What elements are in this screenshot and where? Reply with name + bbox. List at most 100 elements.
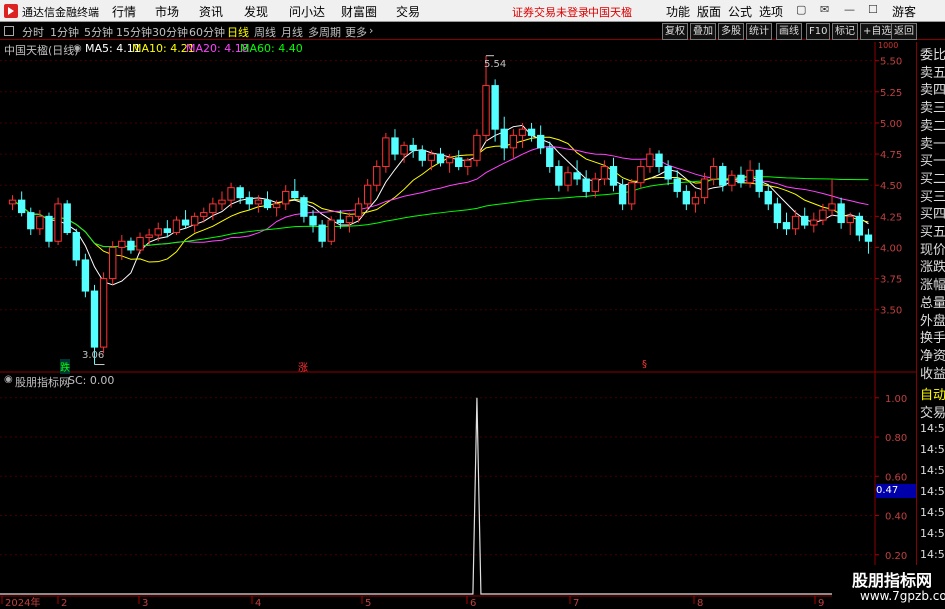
date-label: 6 [470,598,476,609]
menu-gongshi[interactable]: 公式 [728,3,752,20]
user-icon[interactable]: ▢ [796,3,806,16]
candle-body [455,157,463,168]
button-duogu[interactable]: 多股 [718,23,744,40]
ma10-line [12,136,869,263]
candle-body [564,172,572,186]
side-label-14: 总量 [920,295,945,311]
candle-body [773,203,782,224]
period-15min[interactable]: 15分钟 [116,24,152,40]
menu-hangqing[interactable]: 行情 [112,3,136,20]
candle-body [500,128,508,149]
candle-body [810,219,818,226]
checkbox-icon[interactable] [4,26,14,36]
candle-body [591,178,599,192]
candle-body [363,184,372,205]
ma20-line [12,145,869,248]
menu-xuanxiang[interactable]: 选项 [759,3,783,20]
menu-faxian[interactable]: 发现 [244,3,268,20]
period-30min[interactable]: 30分钟 [152,24,188,40]
button-add-favorite[interactable]: +自选 [860,23,895,40]
kline-chart[interactable]: 5.50 5.25 5.00 4.75 4.50 4.25 4.00 3.75 3.50 1.00… [0,0,945,609]
period-60min[interactable]: 60分钟 [189,24,225,40]
button-fuquan[interactable]: 复权 [662,23,688,40]
candle-body [36,215,44,230]
price-tick-label: 3.75 [880,275,902,286]
period-monthly[interactable]: 月线 [281,24,303,40]
period-weekly[interactable]: 周线 [254,24,276,40]
side-label-18: 收益 [920,366,945,382]
candle-body [464,159,472,168]
menu-jiaoyi[interactable]: 交易 [396,3,420,20]
button-biaoji[interactable]: 标记 [832,23,858,40]
candle-body [309,215,317,226]
button-fanhui[interactable]: 返回 [891,23,917,40]
candle-body [837,203,845,224]
side-label-9: 买四 [920,207,945,223]
candle-body [163,228,172,234]
candle-body [791,215,800,230]
candle-body [436,153,445,164]
candle-body [272,203,281,209]
candle-body [172,219,181,234]
button-diejia[interactable]: 叠加 [690,23,716,40]
menu-shichang[interactable]: 市场 [155,3,179,20]
sub-tick-label: 0.60 [885,472,907,483]
candle-body [737,174,745,184]
login-warning[interactable]: 证券交易未登录 [512,4,589,20]
side-time-5: 14:56 [920,527,945,540]
candle-body [72,232,80,261]
period-fenshi[interactable]: 分时 [22,24,44,40]
candle-body [218,199,226,205]
side-time-1: 14:56 [920,443,945,456]
price-tick-label: 5.00 [880,119,902,130]
candle-body [801,215,809,226]
guest-label[interactable]: 游客 [892,3,916,20]
minimize-icon[interactable]: — [844,3,855,16]
candle-body [664,166,672,180]
period-multi[interactable]: 多周期 [308,24,341,40]
menu-zixun[interactable]: 资讯 [199,3,223,20]
candle-body [373,166,381,186]
maximize-icon[interactable]: ☐ [868,3,878,16]
more-chevron-icon[interactable]: › [369,24,373,37]
side-time-4: 14:56 [920,506,945,519]
side-label-4: 卖二 [920,118,945,134]
candle-body [719,166,727,186]
period-more[interactable]: 更多 [345,24,367,40]
period-daily[interactable]: 日线 [227,24,249,40]
candle-body [190,215,199,226]
sc-indicator-line [0,397,875,595]
menu-caifuquan[interactable]: 财富圈 [341,3,377,20]
settings-icon[interactable]: ◉ [73,43,82,54]
candle-body [828,203,836,211]
period-5min[interactable]: 5分钟 [84,24,113,40]
candle-body [782,222,791,230]
marker-section: § [642,359,647,370]
menu-banmian[interactable]: 版面 [697,3,721,20]
watermark-title: 股朋指标网 [852,571,933,590]
menu-gongneng[interactable]: 功能 [666,3,690,20]
button-huaxian[interactable]: 画线 [776,23,802,40]
button-tongji[interactable]: 统计 [746,23,772,40]
candle-body [573,172,581,180]
side-label-5: 卖一 [920,136,945,152]
sub-settings-icon[interactable]: ◉ [4,374,13,385]
candle-body [473,134,481,161]
side-time-2: 14:56 [920,464,945,477]
side-label-6: 买一 [920,154,945,170]
candle-body [764,190,772,205]
candle-body [682,190,691,205]
button-f10[interactable]: F10 [806,23,831,40]
candle-body [8,199,17,205]
menu-wenxiaoda[interactable]: 问小达 [289,3,325,20]
date-label: 8 [697,598,703,609]
side-time-6: 14:56 [920,548,945,561]
current-value-badge: 0.47 [876,484,916,498]
date-label: 4 [255,598,261,609]
period-1min[interactable]: 1分钟 [50,24,79,40]
side-label-1: 卖五 [920,65,945,81]
mail-icon[interactable]: ✉ [820,3,829,16]
side-label-13: 涨幅 [920,278,945,294]
candle-body [846,215,854,224]
candle-body [382,137,390,168]
